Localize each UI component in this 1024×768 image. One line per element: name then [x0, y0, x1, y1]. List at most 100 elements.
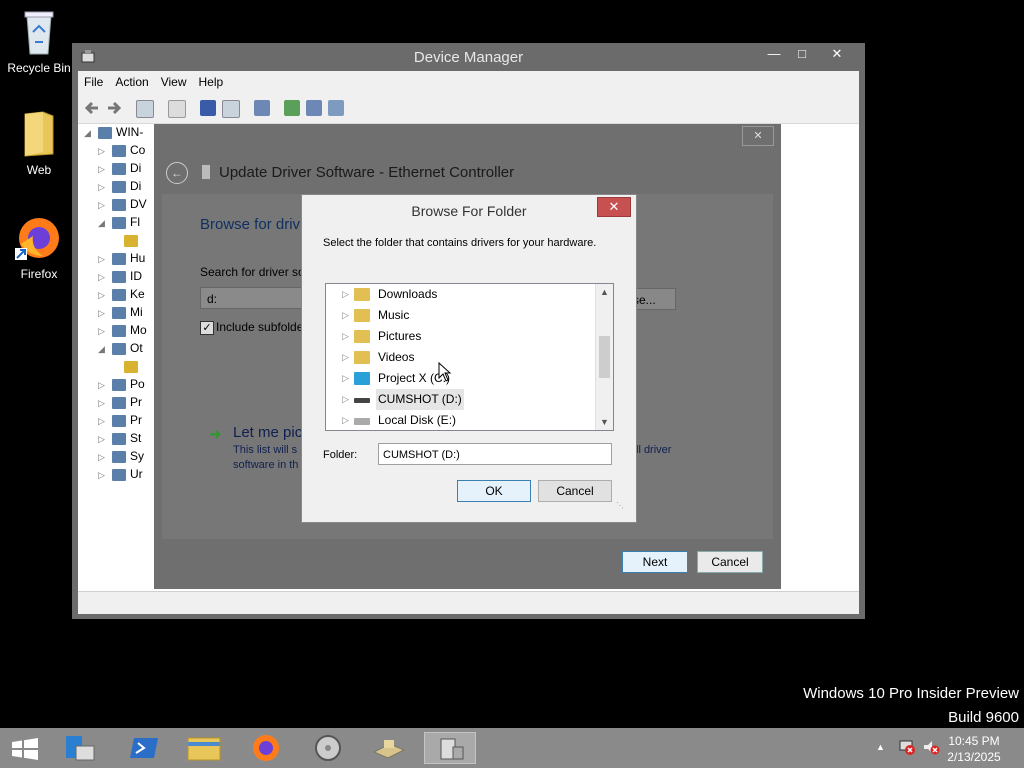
server-manager-icon — [66, 736, 95, 761]
tree-item[interactable]: ◢ Fl — [98, 215, 140, 233]
show-panel-icon[interactable] — [222, 100, 240, 118]
volume-muted-icon[interactable] — [922, 738, 940, 756]
folder-item-downloads[interactable]: ▷ Downloads — [326, 284, 596, 305]
expand-arrow-icon: ▷ — [342, 331, 349, 341]
start-button[interactable] — [0, 732, 50, 764]
cancel-button[interactable]: Cancel — [538, 480, 612, 502]
back-circle-icon[interactable]: ← — [166, 162, 188, 184]
show-hidden-icons-icon[interactable]: ▲ — [876, 742, 885, 752]
tree-item[interactable]: ▷ Ur — [98, 467, 143, 485]
green-arrow-icon: ➜ — [209, 426, 222, 443]
resize-grip-icon[interactable]: ⋱ — [616, 501, 626, 511]
tree-item[interactable]: ◢ Ot — [98, 341, 143, 359]
tree-item[interactable]: ▷ Mi — [98, 305, 143, 323]
folder-item-music[interactable]: ▷ Music — [326, 305, 596, 326]
next-button[interactable]: Next — [622, 551, 688, 573]
driver-path-input[interactable]: d: — [200, 287, 302, 309]
tree-item[interactable]: ▷ St — [98, 431, 141, 449]
menu-help[interactable]: Help — [193, 71, 230, 89]
browse-folder-title: Browse For Folder — [411, 203, 527, 219]
minimize-button[interactable]: — — [760, 45, 788, 63]
videos-folder-icon — [354, 351, 370, 364]
device-manager-titlebar[interactable]: Device Manager — □ ✕ — [72, 43, 865, 71]
taskbar-app-2[interactable] — [362, 732, 414, 764]
folder-item-drive-c[interactable]: ▷ Project X (C:) — [326, 368, 596, 389]
maximize-button[interactable]: □ — [788, 45, 816, 63]
let-me-pick-link[interactable]: Let me pic — [233, 424, 302, 441]
wizard-close-button[interactable]: ✕ — [742, 126, 774, 146]
tree-item-label: Fl — [130, 215, 140, 229]
folder-item-videos[interactable]: ▷ Videos — [326, 347, 596, 368]
tree-root-label: WIN- — [116, 125, 144, 139]
list-view-icon[interactable] — [168, 100, 186, 118]
properties-pane-icon[interactable] — [136, 100, 154, 118]
tree-item[interactable]: ▷ Mo — [98, 323, 147, 341]
close-icon[interactable]: ✕ — [597, 197, 631, 217]
scroll-up-icon[interactable]: ▲ — [596, 284, 613, 300]
list-description-1b: ll driver — [636, 444, 672, 456]
taskbar-powershell[interactable] — [118, 732, 170, 764]
folder-item-pictures[interactable]: ▷ Pictures — [326, 326, 596, 347]
disable-device-icon[interactable] — [328, 100, 344, 116]
clock-time[interactable]: 10:45 PM — [944, 734, 1004, 748]
menu-file[interactable]: File — [78, 71, 109, 89]
folder-item-drive-d[interactable]: ▷ CUMSHOT (D:) — [326, 389, 596, 410]
expand-arrow-icon: ▷ — [342, 415, 349, 425]
tree-item[interactable] — [124, 233, 142, 251]
expand-arrow-icon: ▷ — [342, 373, 349, 383]
taskbar-server-manager[interactable] — [54, 732, 106, 764]
forward-arrow-icon[interactable] — [106, 100, 122, 116]
desktop-icon-recycle-bin[interactable]: Recycle Bin — [1, 8, 77, 75]
tree-item-label: Pr — [130, 395, 142, 409]
include-subfolders-checkbox[interactable]: ✓ — [200, 321, 214, 335]
desktop-icon-firefox[interactable]: Firefox — [1, 214, 77, 281]
taskbar-file-explorer[interactable] — [178, 732, 230, 764]
tree-item[interactable]: ▷ Sy — [98, 449, 144, 467]
browse-button[interactable]: se... — [632, 288, 676, 310]
desktop-icon-web[interactable]: Web — [1, 108, 77, 177]
scroll-down-icon[interactable]: ▼ — [596, 414, 613, 430]
tree-item[interactable]: ▷ Pr — [98, 395, 142, 413]
folder-tree[interactable]: ▷ Downloads ▷ Music ▷ Pictures ▷ Videos … — [325, 283, 614, 431]
firefox-icon — [15, 218, 59, 260]
taskbar-app[interactable] — [302, 732, 354, 764]
tree-item[interactable]: ▷ Ke — [98, 287, 145, 305]
close-button[interactable]: ✕ — [822, 45, 852, 63]
folder-item-label: Videos — [378, 350, 415, 364]
update-driver-icon[interactable] — [284, 100, 300, 116]
tree-item[interactable]: ▷ Po — [98, 377, 145, 395]
scan-hardware-icon[interactable] — [254, 100, 270, 116]
taskbar-firefox[interactable] — [240, 732, 292, 764]
tree-item[interactable]: ▷ Di — [98, 161, 141, 179]
folder-tree-scrollbar[interactable]: ▲ ▼ — [595, 284, 613, 430]
tree-item[interactable]: ▷ Hu — [98, 251, 145, 269]
help-icon[interactable] — [200, 100, 216, 116]
tree-root[interactable]: ◢ WIN- — [84, 125, 143, 143]
tree-item[interactable]: ▷ ID — [98, 269, 142, 287]
folder-item-drive-e[interactable]: ▷ Local Disk (E:) — [326, 410, 596, 430]
taskbar: ▲ 10:45 PM 2/13/2025 — [0, 728, 1024, 768]
menu-action[interactable]: Action — [109, 71, 154, 89]
menu-view[interactable]: View — [155, 71, 193, 89]
network-error-icon[interactable] — [898, 738, 916, 756]
taskbar-device-manager[interactable] — [424, 732, 476, 764]
wizard-cancel-button[interactable]: Cancel — [697, 551, 763, 573]
tree-item[interactable]: ▷ Di — [98, 179, 141, 197]
uninstall-device-icon[interactable] — [306, 100, 322, 116]
clock-date[interactable]: 2/13/2025 — [944, 750, 1004, 764]
folder-input[interactable]: CUMSHOT (D:) — [378, 443, 612, 465]
scroll-thumb[interactable] — [599, 336, 610, 378]
tree-item[interactable] — [124, 359, 142, 377]
tree-item-label: Mo — [130, 323, 147, 337]
tree-item[interactable]: ▷ Co — [98, 143, 145, 161]
optical-drive-icon — [354, 398, 370, 403]
back-arrow-icon[interactable] — [84, 100, 100, 116]
ok-button[interactable]: OK — [457, 480, 531, 502]
firefox-icon — [253, 735, 279, 761]
mouse-cursor-icon — [438, 362, 452, 382]
include-subfolders-label: Include subfolde — [216, 320, 304, 334]
tree-item[interactable]: ▷ DV — [98, 197, 147, 215]
tree-item[interactable]: ▷ Pr — [98, 413, 142, 431]
browse-folder-titlebar[interactable]: Browse For Folder — [302, 195, 636, 225]
recycle-bin-icon — [24, 11, 54, 55]
